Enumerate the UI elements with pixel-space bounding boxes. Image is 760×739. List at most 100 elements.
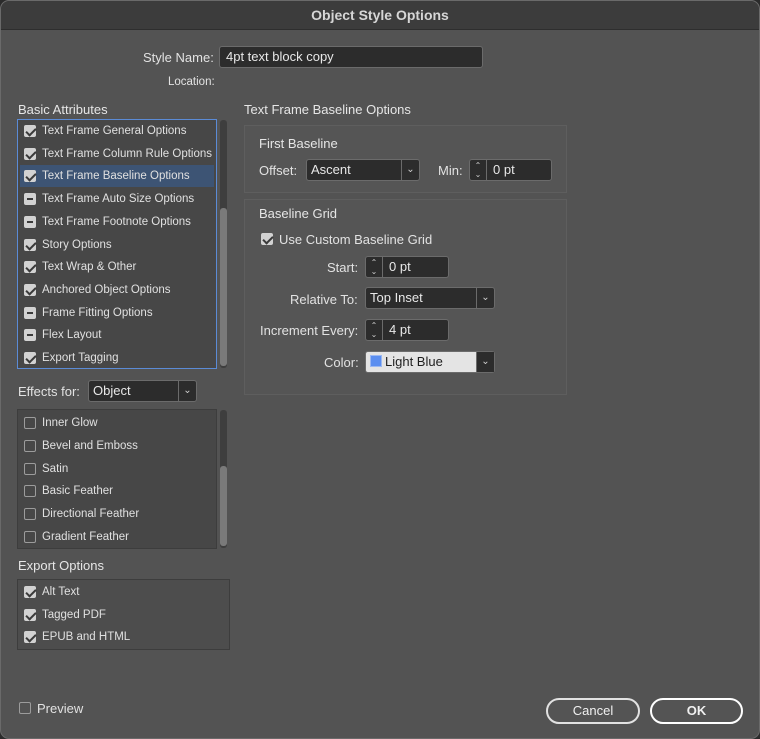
checkbox-unchecked-icon[interactable] bbox=[24, 462, 36, 475]
chevron-down-icon: ⌄ bbox=[178, 381, 196, 401]
basic-attribute-item[interactable]: Text Frame General Options bbox=[20, 120, 214, 142]
checkbox-unchecked-icon[interactable] bbox=[24, 485, 36, 498]
preview-label: Preview bbox=[37, 701, 84, 716]
increment-every-label: Increment Every: bbox=[260, 323, 359, 338]
basic-attribute-item[interactable]: Export Tagging bbox=[20, 347, 214, 369]
export-options-list[interactable]: Alt Text Tagged PDF EPUB and HTML bbox=[17, 579, 230, 650]
color-value: Light Blue bbox=[385, 354, 443, 369]
basic-attribute-item-label: Text Frame Baseline Options bbox=[42, 170, 190, 183]
checkbox-unchecked-icon[interactable] bbox=[24, 531, 36, 543]
checkbox-mixed-icon[interactable] bbox=[24, 329, 36, 342]
basic-attribute-item[interactable]: Text Frame Column Rule Options bbox=[20, 143, 214, 165]
checkbox-mixed-icon[interactable] bbox=[24, 215, 36, 228]
increment-every-value: 4 pt bbox=[389, 322, 411, 337]
checkbox-checked-icon[interactable] bbox=[24, 586, 36, 598]
start-stepper[interactable]: ⌃ ⌄ 0 pt bbox=[365, 256, 449, 278]
checkbox-checked-icon bbox=[261, 233, 273, 245]
effects-list[interactable]: Inner Glow Bevel and Emboss Satin Basic Fea… bbox=[17, 409, 217, 549]
effect-item-label: Gradient Feather bbox=[42, 531, 129, 543]
baseline-options-title: Text Frame Baseline Options bbox=[244, 102, 411, 117]
start-label: Start: bbox=[327, 260, 359, 275]
style-name-label: Style Name: bbox=[143, 50, 214, 65]
basic-attribute-item[interactable]: Text Wrap & Other bbox=[20, 256, 214, 278]
color-dropdown[interactable]: Light Blue ⌄ bbox=[365, 351, 495, 373]
checkbox-checked-icon[interactable] bbox=[24, 631, 36, 644]
basic-attribute-item[interactable]: Text Frame Auto Size Options bbox=[20, 188, 214, 210]
effect-item[interactable]: Basic Feather bbox=[20, 480, 214, 502]
export-option-item[interactable]: Tagged PDF bbox=[20, 604, 140, 626]
chevron-down-icon: ⌄ bbox=[476, 288, 494, 308]
min-stepper[interactable]: ⌃ ⌄ 0 pt bbox=[469, 159, 552, 181]
offset-dropdown[interactable]: Ascent ⌄ bbox=[306, 159, 420, 181]
export-options-title: Export Options bbox=[18, 558, 104, 573]
basic-attribute-item[interactable]: Story Options bbox=[20, 234, 214, 256]
scrollbar-thumb[interactable] bbox=[220, 208, 227, 366]
relative-to-label: Relative To: bbox=[290, 292, 358, 307]
effect-item-label: Bevel and Emboss bbox=[42, 439, 138, 452]
export-option-item-label: Tagged PDF bbox=[42, 608, 106, 621]
basic-attribute-item-label: Export Tagging bbox=[42, 352, 119, 364]
chevron-down-icon: ⌄ bbox=[476, 352, 494, 372]
checkbox-checked-icon[interactable] bbox=[24, 125, 36, 137]
effect-item[interactable]: Bevel and Emboss bbox=[20, 435, 214, 457]
checkbox-checked-icon[interactable] bbox=[24, 283, 36, 296]
checkbox-unchecked-icon[interactable] bbox=[24, 508, 36, 521]
effects-for-label: Effects for: bbox=[18, 384, 80, 399]
basic-attribute-item[interactable]: Flex Layout bbox=[20, 324, 214, 346]
min-label: Min: bbox=[438, 163, 463, 178]
basic-attribute-item-label: Text Frame General Options bbox=[42, 125, 187, 137]
effect-item[interactable]: Directional Feather bbox=[20, 503, 214, 525]
effect-item[interactable]: Inner Glow bbox=[20, 412, 214, 434]
relative-to-value: Top Inset bbox=[370, 290, 423, 305]
offset-label: Offset: bbox=[259, 163, 298, 178]
basic-attributes-list[interactable]: Text Frame General Options Text Frame Col… bbox=[17, 119, 217, 369]
chevron-down-icon: ⌄ bbox=[401, 160, 419, 180]
export-option-item[interactable]: EPUB and HTML bbox=[20, 626, 140, 648]
baseline-grid-title: Baseline Grid bbox=[259, 206, 338, 221]
basic-attribute-item-label: Story Options bbox=[42, 238, 112, 251]
checkbox-unchecked-icon[interactable] bbox=[24, 417, 36, 429]
checkbox-checked-icon[interactable] bbox=[24, 261, 36, 274]
export-option-item[interactable]: Alt Text bbox=[20, 581, 140, 603]
basic-attribute-item[interactable]: Text Frame Baseline Options bbox=[20, 165, 214, 188]
use-custom-baseline-grid-checkbox[interactable]: Use Custom Baseline Grid bbox=[259, 232, 479, 248]
checkbox-checked-icon[interactable] bbox=[24, 352, 36, 364]
ok-button[interactable]: OK bbox=[650, 698, 743, 724]
checkbox-mixed-icon[interactable] bbox=[24, 193, 36, 206]
checkbox-checked-icon[interactable] bbox=[24, 238, 36, 251]
basic-attribute-item[interactable]: Text Frame Footnote Options bbox=[20, 211, 214, 233]
use-custom-baseline-grid-label: Use Custom Baseline Grid bbox=[279, 232, 433, 247]
basic-attribute-item-label: Flex Layout bbox=[42, 329, 102, 342]
stepper-arrows-icon[interactable]: ⌃ ⌄ bbox=[470, 160, 487, 180]
basic-attribute-item-label: Text Frame Column Rule Options bbox=[42, 147, 213, 160]
basic-attributes-title: Basic Attributes bbox=[18, 102, 108, 117]
checkbox-mixed-icon[interactable] bbox=[24, 306, 36, 319]
checkbox-unchecked-icon[interactable] bbox=[24, 439, 36, 452]
stepper-arrows-icon[interactable]: ⌃ ⌄ bbox=[366, 320, 383, 340]
basic-attributes-scrollbar[interactable] bbox=[220, 120, 227, 368]
checkbox-checked-icon[interactable] bbox=[24, 147, 36, 160]
basic-attribute-item[interactable]: Frame Fitting Options bbox=[20, 302, 214, 324]
location-label: Location: bbox=[168, 76, 215, 88]
basic-attribute-item[interactable]: Anchored Object Options bbox=[20, 279, 214, 301]
first-baseline-title: First Baseline bbox=[259, 136, 338, 151]
relative-to-dropdown[interactable]: Top Inset ⌄ bbox=[365, 287, 495, 309]
object-style-options-dialog: Object Style Options Style Name: 4pt tex… bbox=[0, 0, 760, 739]
effects-scrollbar[interactable] bbox=[220, 410, 227, 548]
effect-item-label: Satin bbox=[42, 462, 69, 475]
preview-checkbox[interactable]: Preview bbox=[18, 701, 118, 717]
basic-attribute-item-label: Frame Fitting Options bbox=[42, 306, 153, 319]
checkbox-checked-icon[interactable] bbox=[24, 608, 36, 621]
increment-every-stepper[interactable]: ⌃ ⌄ 4 pt bbox=[365, 319, 449, 341]
style-name-input[interactable]: 4pt text block copy bbox=[219, 46, 483, 68]
checkbox-checked-icon[interactable] bbox=[24, 170, 36, 183]
effect-item[interactable]: Satin bbox=[20, 458, 214, 480]
cancel-button[interactable]: Cancel bbox=[546, 698, 640, 724]
window-title: Object Style Options bbox=[1, 1, 759, 30]
effect-item[interactable]: Gradient Feather bbox=[20, 526, 214, 548]
effect-item-label: Basic Feather bbox=[42, 485, 113, 498]
color-swatch bbox=[370, 355, 382, 367]
effects-for-dropdown[interactable]: Object ⌄ bbox=[88, 380, 197, 402]
scrollbar-thumb[interactable] bbox=[220, 466, 227, 546]
stepper-arrows-icon[interactable]: ⌃ ⌄ bbox=[366, 257, 383, 277]
